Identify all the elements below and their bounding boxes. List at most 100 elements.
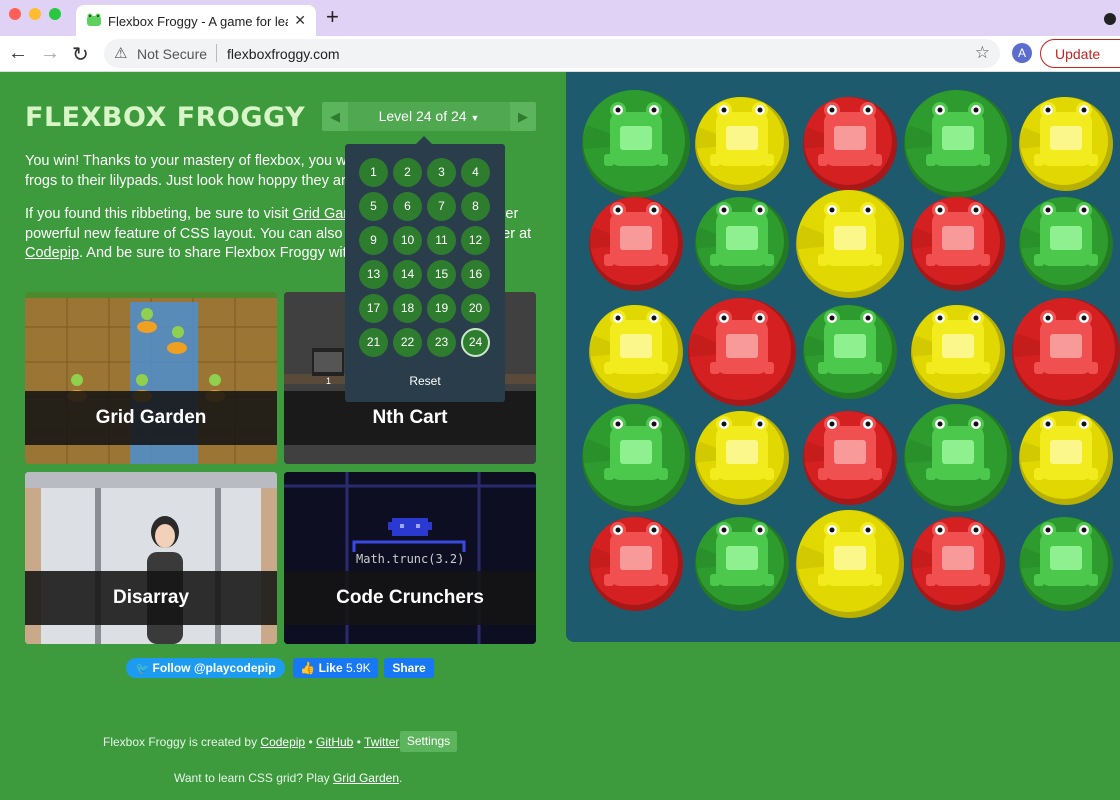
page-content: FLEXBOX FROGGY ◀ Level 24 of 24 ▼ ▶ You …	[0, 72, 1120, 800]
level-12-button[interactable]: 12	[461, 226, 490, 255]
red-frog	[687, 298, 796, 406]
profile-avatar[interactable]: A	[1012, 43, 1032, 63]
yellow-frog	[910, 305, 1005, 399]
back-icon[interactable]: ←	[8, 42, 28, 65]
browser-tab[interactable]: Flexbox Froggy - A game for learning CSS…	[76, 5, 316, 36]
not-secure-label[interactable]: Not Secure	[137, 46, 207, 62]
level-indicator[interactable]: Level 24 of 24 ▼	[348, 102, 510, 131]
level-9-button[interactable]: 9	[359, 226, 388, 255]
like-count: 5.9K	[345, 661, 371, 675]
red-frog	[910, 517, 1005, 611]
level-21-button[interactable]: 21	[359, 328, 388, 357]
green-frog	[802, 305, 897, 399]
red-frog	[588, 197, 683, 291]
update-button[interactable]: Update	[1040, 39, 1120, 68]
forward-icon[interactable]: →	[40, 42, 60, 65]
footer-grid-garden-link[interactable]: Grid Garden	[333, 771, 399, 785]
tab-search-icon[interactable]	[1104, 13, 1116, 25]
level-20-button[interactable]: 20	[461, 294, 490, 323]
level-10-button[interactable]: 10	[393, 226, 422, 255]
level-15-button[interactable]: 15	[427, 260, 456, 289]
reload-icon[interactable]: ↻	[72, 42, 89, 67]
level-dropdown: 1 2 3 4 5 6 7 8 9 10 11 12 13 14 15 16 17 18 19 20 21 22 23 24 …	[345, 144, 505, 402]
red-frog	[802, 411, 897, 505]
level-5-button[interactable]: 5	[359, 192, 388, 221]
close-window-icon[interactable]	[9, 8, 21, 20]
github-link[interactable]: GitHub	[316, 735, 353, 749]
like-label: Like	[318, 661, 343, 675]
level-18-button[interactable]: 18	[393, 294, 422, 323]
address-bar[interactable]: ⚠ Not Secure flexboxfroggy.com ☆	[104, 39, 1000, 68]
green-frog	[694, 517, 789, 611]
dropdown-caret-icon: ▼	[470, 113, 480, 123]
level-22-button[interactable]: 22	[393, 328, 422, 357]
level-23-button[interactable]: 23	[427, 328, 456, 357]
grid-prompt: Want to learn CSS grid? Play Grid Garden…	[174, 771, 402, 785]
bullet-separator: •	[308, 735, 313, 749]
cart-number: 1	[326, 376, 332, 386]
green-frog	[694, 197, 789, 291]
maximize-window-icon[interactable]	[49, 8, 61, 20]
level-indicator-text: Level 24 of 24	[378, 108, 467, 124]
new-tab-icon[interactable]: +	[326, 4, 339, 30]
level-16-button[interactable]: 16	[461, 260, 490, 289]
green-frog	[1018, 197, 1113, 291]
next-level-icon[interactable]: ▶	[510, 102, 536, 131]
like-button[interactable]: 👍 Like 5.9K	[293, 658, 378, 678]
follow-button[interactable]: 🐦 Follow @playcodepip	[126, 658, 285, 678]
url-text[interactable]: flexboxfroggy.com	[227, 46, 340, 62]
grid-prompt-text: Want to learn CSS grid? Play	[174, 771, 333, 785]
level-1-button[interactable]: 1	[359, 158, 388, 187]
frog-favicon-icon	[87, 13, 101, 26]
level-13-button[interactable]: 13	[359, 260, 388, 289]
warning-icon[interactable]: ⚠	[114, 44, 127, 62]
tab-close-icon[interactable]: ✕	[294, 12, 306, 29]
yellow-frog	[795, 510, 904, 618]
card-grid-garden[interactable]: Grid Garden	[25, 292, 277, 464]
reset-button[interactable]: Reset	[345, 374, 505, 388]
codepip-link[interactable]: Codepip	[25, 245, 79, 261]
yellow-frog	[694, 411, 789, 505]
created-by-text: Flexbox Froggy is created by	[103, 735, 261, 749]
twitter-link[interactable]: Twitter	[364, 735, 399, 749]
bookmark-star-icon[interactable]: ☆	[975, 43, 990, 63]
level-3-button[interactable]: 3	[427, 158, 456, 187]
level-8-button[interactable]: 8	[461, 192, 490, 221]
level-24-button[interactable]: 24	[461, 328, 490, 357]
follow-label: Follow @playcodepip	[152, 661, 276, 675]
level-17-button[interactable]: 17	[359, 294, 388, 323]
grid-prompt-period: .	[399, 771, 403, 785]
level-14-button[interactable]: 14	[393, 260, 422, 289]
update-label: Update	[1055, 46, 1101, 62]
level-selector: ◀ Level 24 of 24 ▼ ▶	[322, 102, 536, 131]
level-7-button[interactable]: 7	[427, 192, 456, 221]
settings-button[interactable]: Settings	[400, 731, 457, 752]
level-11-button[interactable]: 11	[427, 226, 456, 255]
green-frog	[1018, 517, 1113, 611]
thumbs-up-icon: 👍	[300, 661, 316, 675]
level-19-button[interactable]: 19	[427, 294, 456, 323]
red-frog	[588, 517, 683, 611]
browser-toolbar: ← → ↻ ⚠ Not Secure flexboxfroggy.com ☆ A…	[0, 36, 1120, 72]
previous-level-icon[interactable]: ◀	[322, 102, 348, 131]
yellow-frog	[588, 305, 683, 399]
red-frog	[1011, 298, 1120, 406]
level-6-button[interactable]: 6	[393, 192, 422, 221]
game-logo: FLEXBOX FROGGY	[25, 102, 306, 133]
level-2-button[interactable]: 2	[393, 158, 422, 187]
card-title: Grid Garden	[95, 407, 207, 428]
red-frog	[910, 197, 1005, 291]
card-title: Disarray	[112, 587, 190, 608]
share-text-a: If you found this ribbeting, be sure to …	[25, 206, 293, 222]
green-frog	[581, 404, 690, 512]
bullet-separator: •	[356, 735, 361, 749]
card-code-crunchers[interactable]: Math.trunc(3.2) Code Crunchers	[284, 472, 536, 644]
share-label: Share	[392, 661, 426, 675]
share-button[interactable]: Share	[384, 658, 434, 678]
card-disarray[interactable]: Disarray	[25, 472, 277, 644]
minimize-window-icon[interactable]	[29, 8, 41, 20]
footer-codepip-link[interactable]: Codepip	[260, 735, 305, 749]
level-4-button[interactable]: 4	[461, 158, 490, 187]
yellow-frog	[795, 190, 904, 298]
twitter-bird-icon: 🐦	[135, 663, 150, 675]
